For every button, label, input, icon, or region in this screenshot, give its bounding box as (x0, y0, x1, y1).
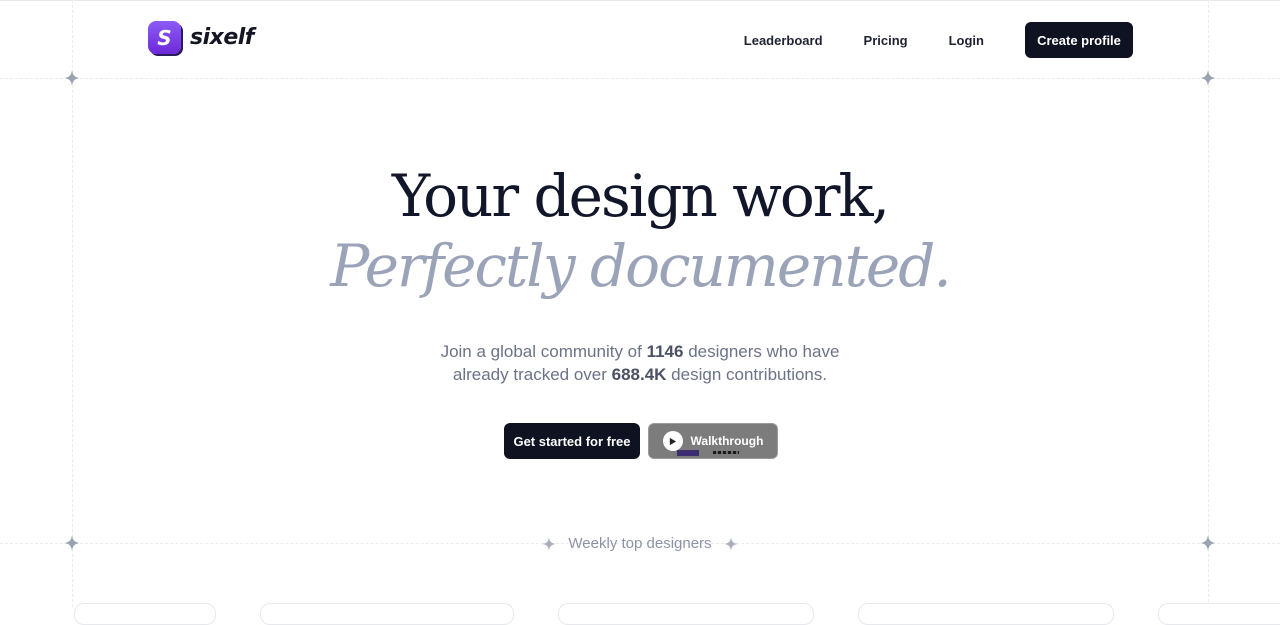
sparkle-icon (723, 536, 738, 551)
desc-text: already tracked over (452, 365, 612, 384)
hero-description-line-1: Join a global community of 1146 designer… (0, 340, 1280, 363)
designer-card[interactable] (260, 603, 514, 625)
designer-card[interactable] (1158, 603, 1280, 625)
video-thumbnail (677, 450, 699, 456)
nav-link-login[interactable]: Login (949, 33, 984, 48)
walkthrough-label: Walkthrough (690, 434, 764, 448)
desc-text: designers who have (683, 342, 840, 361)
desc-text: design contributions. (666, 365, 828, 384)
hero-subtitle: Perfectly documented. (330, 232, 952, 300)
guide-line (0, 78, 1280, 79)
designer-card[interactable] (858, 603, 1114, 625)
get-started-button[interactable]: Get started for free (504, 423, 640, 459)
hero-cta-row: Get started for free Walkthrough (504, 423, 778, 459)
walkthrough-button[interactable]: Walkthrough (648, 423, 778, 459)
nav-links: Leaderboard Pricing Login Create profile (744, 22, 1133, 58)
designers-count: 1146 (646, 342, 684, 361)
designer-card[interactable] (558, 603, 814, 625)
logo-mark: S (148, 21, 181, 54)
nav-link-leaderboard[interactable]: Leaderboard (744, 33, 823, 48)
contributions-count: 688.4K (611, 365, 667, 384)
hero-description-line-2: already tracked over 688.4K design contr… (0, 363, 1280, 386)
brand-logo[interactable]: S sixelf (148, 21, 254, 54)
create-profile-button[interactable]: Create profile (1025, 22, 1133, 58)
hero-description: Join a global community of 1146 designer… (0, 340, 1280, 386)
guide-line (1208, 0, 1209, 607)
sparkle-icon (542, 536, 557, 551)
designer-card[interactable] (74, 603, 216, 625)
weekly-top-designers-heading: Weekly top designers (0, 535, 1280, 552)
brand-name: sixelf (190, 25, 254, 50)
weekly-label: Weekly top designers (568, 535, 712, 552)
nav-link-pricing[interactable]: Pricing (864, 33, 908, 48)
guide-line (72, 0, 73, 607)
hero-title: Your design work, (391, 162, 890, 230)
play-icon (662, 431, 683, 451)
video-thumbnail (713, 451, 739, 454)
top-nav: S sixelf Leaderboard Pricing Login Creat… (0, 0, 1280, 78)
desc-text: Join a global community of (440, 342, 647, 361)
